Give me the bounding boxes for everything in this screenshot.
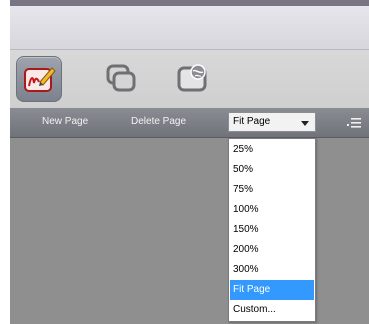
copy-windows-icon (106, 64, 136, 92)
zoom-dropdown-list: 25% 50% 75% 100% 150% 200% 300% Fit Page… (228, 138, 316, 322)
zoom-option-selected[interactable]: Fit Page (230, 280, 314, 300)
zoom-option[interactable]: 75% (230, 180, 314, 200)
zoom-option[interactable]: 150% (230, 220, 314, 240)
globe-window-button[interactable] (170, 56, 216, 102)
new-page-button[interactable]: New Page (42, 116, 88, 127)
window-edge (0, 0, 10, 324)
zoom-option[interactable]: Custom... (230, 300, 314, 320)
app-window: New Page Delete Page Fit Page 25% 50% 75… (0, 0, 369, 324)
zoom-option[interactable]: 100% (230, 200, 314, 220)
zoom-select[interactable]: Fit Page (228, 112, 316, 132)
zoom-option[interactable]: 300% (230, 260, 314, 280)
command-bar: New Page Delete Page Fit Page (10, 108, 369, 138)
globe-window-icon (177, 64, 207, 92)
zoom-option[interactable]: 50% (230, 160, 314, 180)
chevron-down-icon (301, 121, 309, 126)
zoom-option[interactable]: 200% (230, 240, 314, 260)
title-area (10, 6, 369, 50)
list-options-icon[interactable] (347, 117, 361, 129)
pen-tool-button[interactable] (16, 56, 62, 102)
zoom-option[interactable]: 25% (230, 140, 314, 160)
delete-page-button[interactable]: Delete Page (131, 116, 186, 127)
icon-toolbar (10, 50, 369, 108)
zoom-select-value: Fit Page (233, 116, 271, 127)
copy-windows-button[interactable] (98, 56, 144, 102)
pen-icon (24, 67, 56, 92)
